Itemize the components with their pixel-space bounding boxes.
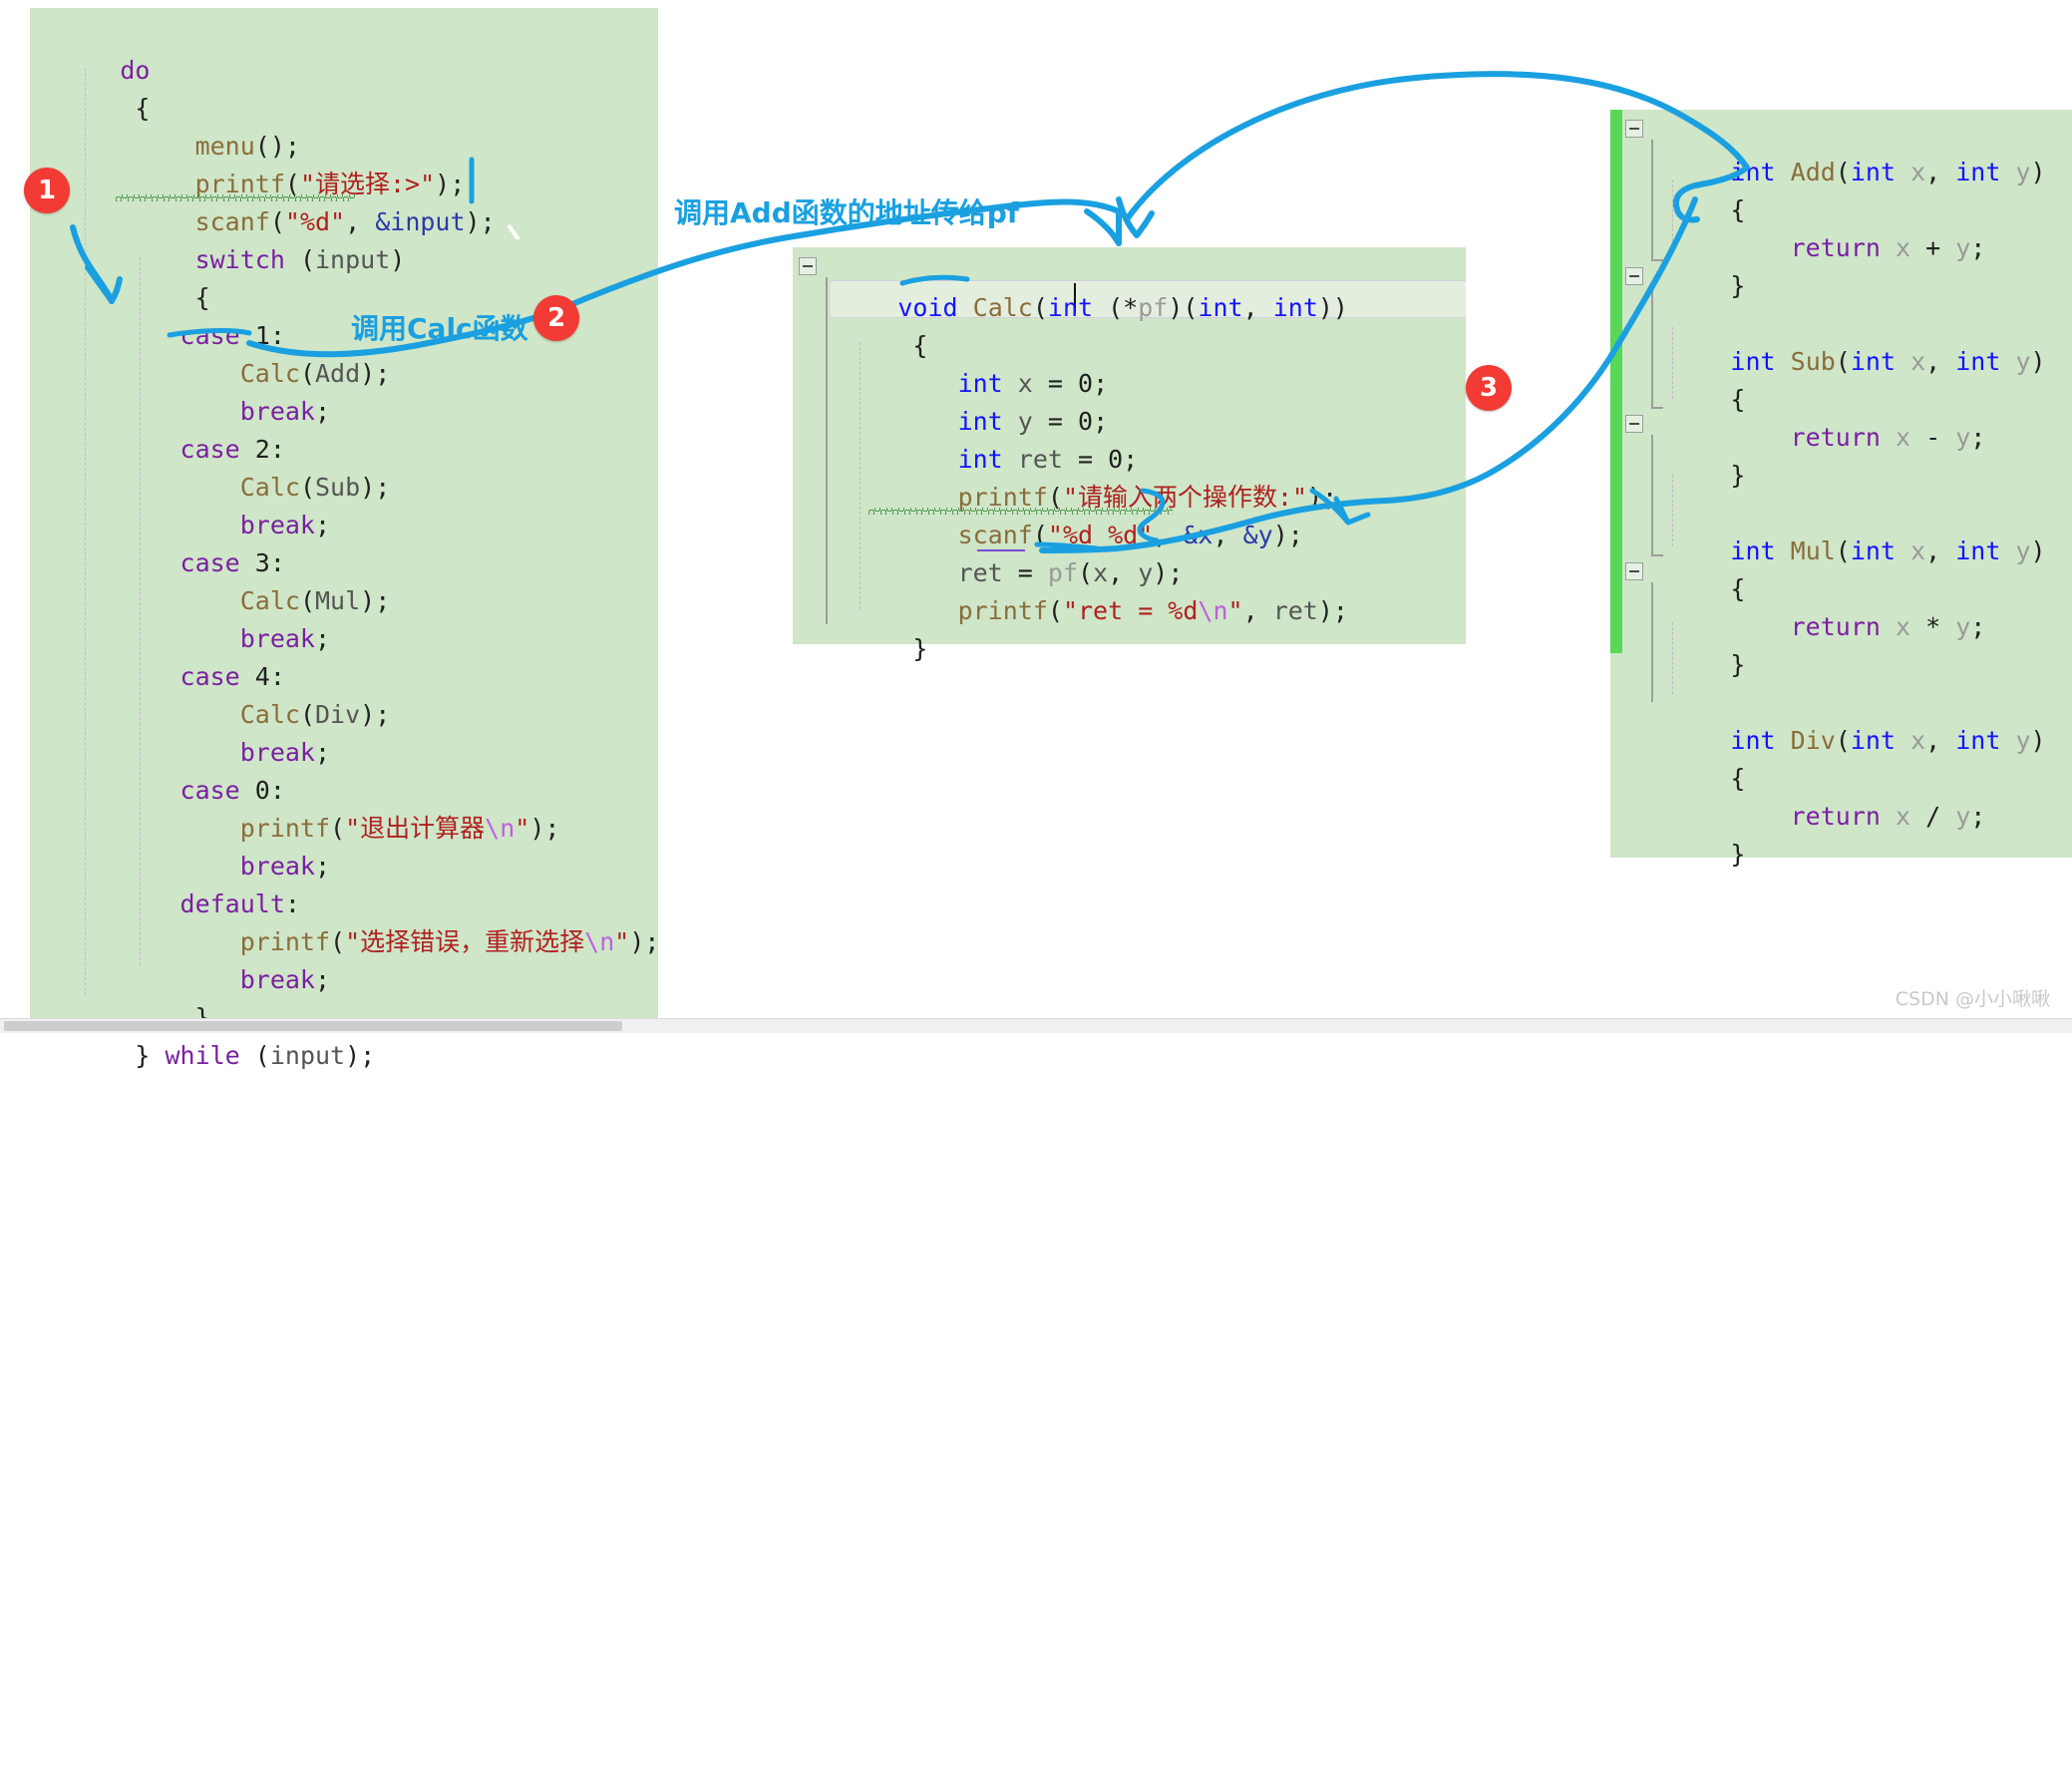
token-punctuation: } xyxy=(120,1041,166,1070)
code-line: } xyxy=(1610,798,2072,869)
code-line: case 3: xyxy=(30,507,658,577)
code-line: { xyxy=(1610,154,2072,224)
code-line: Calc(Div); xyxy=(30,658,658,729)
code-line-scanf: scanf("%d %d", &x, &y); xyxy=(793,479,1466,549)
code-line: return x * y; xyxy=(1610,570,2072,641)
token-punctuation: ( xyxy=(239,1041,270,1070)
code-line: Calc(Sub); xyxy=(30,431,658,502)
callout-badge-3-label: 3 xyxy=(1479,373,1499,403)
spelling-squiggle xyxy=(116,194,355,201)
token-punctuation: } xyxy=(1700,840,1746,869)
code-line: case 2: xyxy=(30,393,658,464)
code-panel-operation-functions[interactable]: int Add(int x, int y) { return x + y; } … xyxy=(1610,110,2072,869)
code-panel-calc-function[interactable]: void Calc(int (*pf)(int, int)) { int x =… xyxy=(793,247,1466,663)
callout-badge-2-label: 2 xyxy=(546,303,566,333)
code-line-pf-call: ret = pf(x, y); xyxy=(793,517,1466,587)
code-line: break; xyxy=(30,923,658,994)
code-line: { xyxy=(793,289,1466,360)
code-panel-main-switch-loop[interactable]: do { menu(); printf("请选择:>"); scanf("%d"… xyxy=(30,8,660,1070)
code-line: Calc(Mul); xyxy=(30,544,658,615)
code-line: menu(); xyxy=(30,90,658,161)
code-line: printf("请选择:>"); xyxy=(30,128,658,198)
code-line-add-signature: int Add(int x, int y) xyxy=(1610,116,2072,186)
annotation-calc-call: 调用Calc函数 xyxy=(351,312,528,345)
code-line: break; xyxy=(30,810,658,881)
code-line: { xyxy=(1610,533,2072,603)
callout-badge-1: 1 xyxy=(24,168,70,213)
code-line: int y = 0; xyxy=(793,365,1466,436)
arrow-2-head xyxy=(1084,208,1122,246)
code-line: do xyxy=(30,14,658,85)
code-line: printf("选择错误，重新选择\n"); xyxy=(30,886,660,956)
code-line: break; xyxy=(30,582,658,653)
code-line: { xyxy=(30,52,658,123)
code-line: default: xyxy=(30,848,658,918)
code-line: break; xyxy=(30,355,658,426)
callout-badge-3: 3 xyxy=(1466,365,1512,411)
token-identifier: input xyxy=(269,1041,346,1070)
code-line: switch (input) xyxy=(30,203,658,274)
code-line: printf("ret = %d\n", ret); xyxy=(793,554,1466,625)
horizontal-scrollbar[interactable] xyxy=(0,1018,2072,1033)
code-line: { xyxy=(1610,343,2072,414)
function-pointer-underline xyxy=(977,549,1025,551)
code-line: } xyxy=(30,961,658,1032)
spelling-squiggle xyxy=(868,508,1173,515)
code-line: case 0: xyxy=(30,734,658,805)
callout-badge-2: 2 xyxy=(533,295,579,341)
code-line: { xyxy=(30,241,658,312)
code-line: } xyxy=(1610,229,2072,300)
callout-badge-1-label: 1 xyxy=(37,176,57,205)
token-punctuation: } xyxy=(882,634,928,663)
screenshot-canvas: do { menu(); printf("请选择:>"); scanf("%d"… xyxy=(0,0,2072,1070)
code-line-sub-signature: int Sub(int x, int y) xyxy=(1610,305,2072,376)
code-line: printf("退出计算器\n"); xyxy=(30,772,658,843)
code-line: return x - y; xyxy=(1610,381,2072,452)
code-line-mul-signature: int Mul(int x, int y) xyxy=(1610,495,2072,565)
token-punctuation: ); xyxy=(345,1041,376,1070)
code-line-calc-signature: void Calc(int (*pf)(int, int)) xyxy=(793,251,1466,322)
code-line: printf("请输入两个操作数:"); xyxy=(793,441,1466,512)
code-line: { xyxy=(1610,722,2072,793)
code-line: int x = 0; xyxy=(793,327,1466,398)
code-line: break; xyxy=(30,469,658,539)
code-line: } xyxy=(1610,608,2072,679)
code-line: int ret = 0; xyxy=(793,403,1466,474)
horizontal-scrollbar-thumb[interactable] xyxy=(4,1021,622,1031)
watermark: CSDN @小小啾啾 xyxy=(1895,988,2050,1010)
token-keyword: while xyxy=(165,1041,240,1070)
arrow-3-arc-head xyxy=(1116,196,1155,238)
code-line: case 4: xyxy=(30,620,658,691)
code-line: } xyxy=(1610,419,2072,490)
code-line: return x / y; xyxy=(1610,760,2072,831)
code-line: return x + y; xyxy=(1610,191,2072,262)
code-line-div-signature: int Div(int x, int y) xyxy=(1610,684,2072,755)
code-line: } xyxy=(793,592,1466,663)
annotation-add-address: 调用Add函数的地址传给pf xyxy=(674,196,1019,229)
code-line-scanf: scanf("%d", &input); xyxy=(30,166,658,236)
code-line: break; xyxy=(30,696,658,767)
